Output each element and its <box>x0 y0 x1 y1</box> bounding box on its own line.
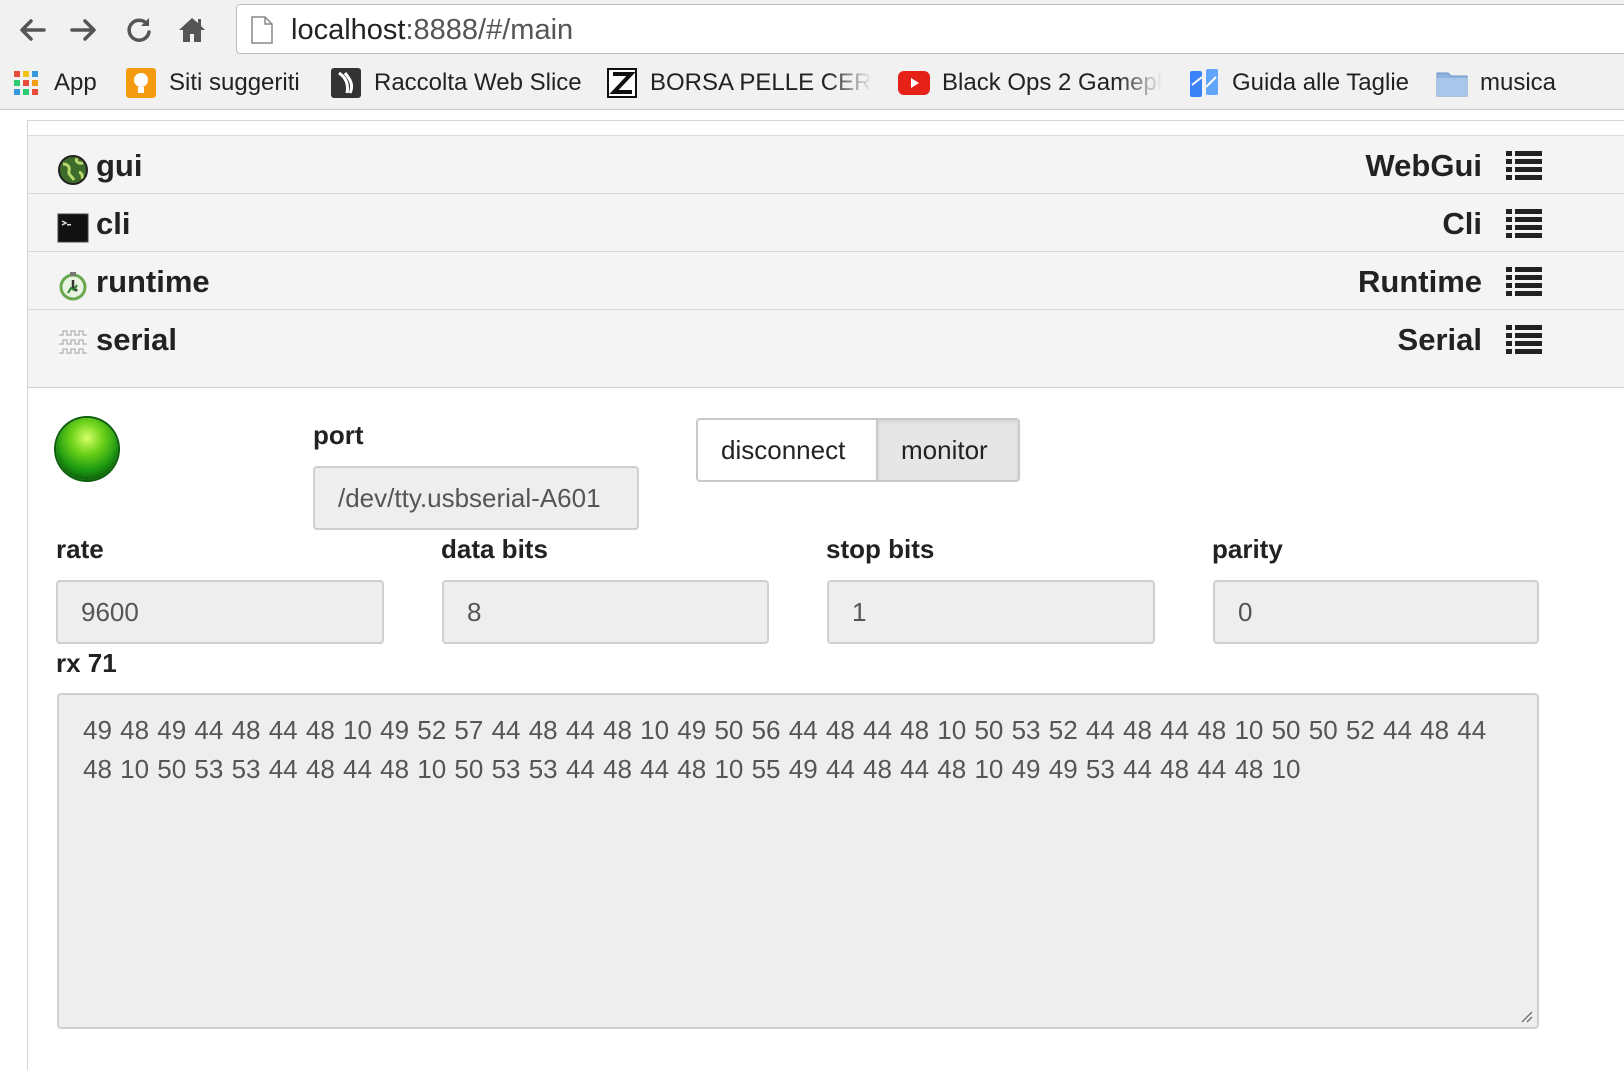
service-row-runtime[interactable]: runtime Runtime <box>28 251 1624 309</box>
rate-field[interactable]: 9600 <box>56 580 384 644</box>
service-row-gui[interactable]: gui WebGui <box>28 135 1624 193</box>
connection-button-group: disconnect monitor <box>696 418 1020 482</box>
folder-icon <box>1436 67 1468 99</box>
home-icon <box>179 18 205 42</box>
back-arrow-icon <box>20 19 46 41</box>
parity-label: parity <box>1212 534 1283 564</box>
bookmark-label: Siti suggeriti <box>169 69 300 96</box>
runtime-icon <box>59 272 87 301</box>
serial-icon <box>58 329 88 359</box>
service-type: Runtime <box>1358 264 1482 299</box>
list-menu-icon[interactable] <box>1506 150 1542 182</box>
service-type: WebGui <box>1365 148 1482 183</box>
globe-icon <box>58 155 88 185</box>
stop-bits-label: stop bits <box>826 534 935 564</box>
list-menu-icon[interactable] <box>1506 266 1542 298</box>
list-menu-icon[interactable] <box>1506 324 1542 356</box>
parity-field[interactable]: 0 <box>1213 580 1539 644</box>
home-button[interactable] <box>172 10 212 50</box>
service-name: runtime <box>96 264 210 299</box>
stop-bits-field[interactable]: 1 <box>827 580 1155 644</box>
list-menu-icon[interactable] <box>1506 208 1542 240</box>
rx-data-text: 49 48 49 44 48 44 48 10 49 52 57 44 48 4… <box>83 715 1487 784</box>
reload-button[interactable] <box>118 10 158 50</box>
data-bits-field[interactable]: 8 <box>442 580 769 644</box>
bookmark-app[interactable]: App <box>10 66 97 100</box>
bookmark-label: BORSA PELLE CERN <box>650 69 872 96</box>
bookmark-borsa-pelle[interactable]: BORSA PELLE CERN <box>606 66 872 100</box>
rx-count-label: rx 71 <box>56 648 117 678</box>
service-type: Serial <box>1397 322 1482 357</box>
lightbulb-icon <box>125 67 157 99</box>
address-bar[interactable]: localhost:8888/#/main <box>236 4 1624 54</box>
data-bits-label: data bits <box>441 534 548 564</box>
service-name: gui <box>96 148 143 183</box>
z-logo-icon <box>606 67 638 99</box>
disconnect-button[interactable]: disconnect <box>696 418 878 482</box>
bookmark-label: musica <box>1480 69 1557 96</box>
reload-icon <box>127 18 151 42</box>
service-row-cli[interactable]: cli Cli <box>28 193 1624 251</box>
bookmark-label: App <box>54 69 97 96</box>
url-host: localhost <box>291 14 406 46</box>
service-panel: gui WebGui cli Cli runtime Runtime seria… <box>27 120 1624 1070</box>
bookmark-label: Black Ops 2 Gamepl <box>942 69 1163 96</box>
port-select[interactable]: /dev/tty.usbserial-A601 <box>313 466 639 530</box>
web-slice-icon <box>330 67 362 99</box>
terminal-icon <box>57 213 89 243</box>
back-button[interactable] <box>12 10 52 50</box>
port-label: port <box>313 420 364 450</box>
forward-button[interactable] <box>64 10 104 50</box>
bookmark-label: Raccolta Web Slice <box>374 69 582 96</box>
url-text: localhost:8888/#/main <box>291 15 573 45</box>
bookmark-black-ops[interactable]: Black Ops 2 Gamepl <box>898 66 1164 100</box>
bookmark-raccolta-web-slice[interactable]: Raccolta Web Slice <box>330 66 582 100</box>
url-path: :8888/#/main <box>405 14 574 46</box>
monitor-button[interactable]: monitor <box>878 418 1020 482</box>
service-name: serial <box>96 322 178 357</box>
guide-icon <box>1188 67 1220 99</box>
forward-arrow-icon <box>70 19 96 41</box>
bookmark-musica[interactable]: musica <box>1436 66 1556 100</box>
browser-toolbar: localhost:8888/#/main <box>0 0 1624 58</box>
serial-detail-panel: port /dev/tty.usbserial-A601 disconnect … <box>28 387 1624 1077</box>
service-name: cli <box>96 206 131 241</box>
apps-grid-icon <box>10 67 42 99</box>
service-row-serial[interactable]: serial Serial <box>28 309 1624 387</box>
resize-handle-icon[interactable] <box>1519 1009 1533 1023</box>
service-type: Cli <box>1442 206 1482 241</box>
bookmark-guida-taglie[interactable]: Guida alle Taglie <box>1188 66 1409 100</box>
youtube-icon <box>898 67 930 99</box>
bookmark-label: Guida alle Taglie <box>1232 69 1410 96</box>
bookmark-siti-suggeriti[interactable]: Siti suggeriti <box>125 66 300 100</box>
page-icon <box>251 16 273 44</box>
connection-status-led <box>56 418 118 480</box>
rx-data-textarea[interactable]: 49 48 49 44 48 44 48 10 49 52 57 44 48 4… <box>57 693 1539 1029</box>
bookmarks-bar: App Siti suggeriti Raccolta Web Slice BO… <box>0 58 1624 110</box>
rate-label: rate <box>56 534 104 564</box>
